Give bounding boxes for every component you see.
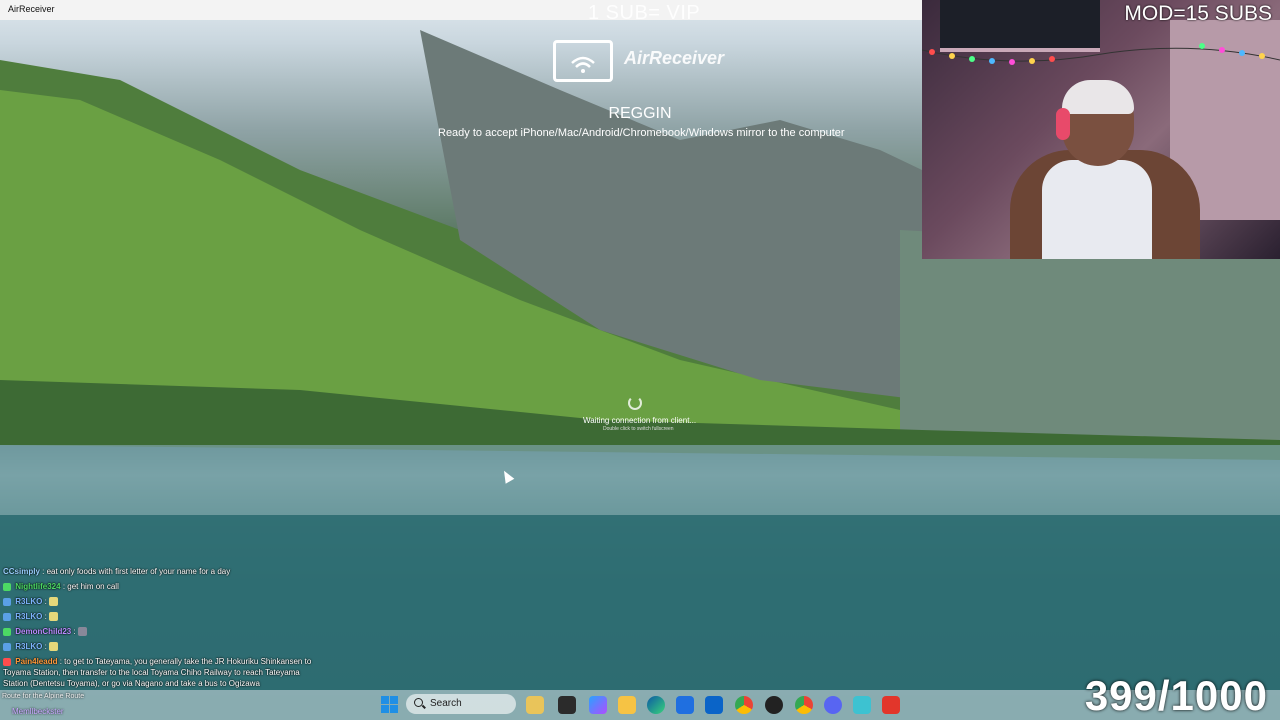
loading-spinner-icon: [628, 396, 642, 410]
search-placeholder: Search: [430, 698, 462, 709]
chrome-icon[interactable]: [735, 696, 753, 714]
subscriber-badge-icon: [3, 642, 11, 651]
emote-icon: [49, 612, 59, 622]
chat-username: Pain4leadd: [15, 657, 58, 666]
edge-icon[interactable]: [647, 696, 665, 714]
emote-icon: [77, 627, 87, 637]
chat-footer-user: Memllbeckster: [12, 707, 64, 716]
airreceiver-brand: AirReceiver: [624, 48, 725, 68]
file-explorer-icon[interactable]: [618, 696, 636, 714]
mod-overlay-text: MOD=15 SUBS: [1124, 2, 1272, 25]
chat-message: Nightlife324 : get him on call: [3, 581, 323, 596]
headset-icon: [1056, 108, 1070, 140]
chat-message: DemonChild23 :: [3, 626, 323, 641]
widgets-icon[interactable]: [526, 696, 544, 714]
chat-username: Nightlife324: [15, 582, 61, 591]
task-view-icon[interactable]: [558, 696, 576, 714]
webcam-overlay: [922, 0, 1280, 259]
copilot-icon[interactable]: [589, 696, 607, 714]
streamer-cap: [1062, 80, 1134, 114]
emote-icon: [49, 642, 59, 652]
vip-overlay-text: 1 SUB= VIP: [588, 2, 701, 24]
chat-username: CCsimply: [3, 567, 40, 576]
waiting-status: Waiting connection from client...: [583, 416, 697, 425]
chat-text: :: [44, 612, 47, 621]
chat-message: CCsimply : eat only foods with first let…: [3, 566, 323, 581]
airreceiver-logo-icon: [553, 40, 613, 82]
emote-icon: [49, 597, 59, 607]
subscriber-badge-icon: [3, 657, 11, 666]
string-lights: [922, 43, 1280, 65]
chat-username: R3LKO: [15, 642, 43, 651]
search-icon: [414, 698, 423, 707]
fullscreen-hint: Double click to switch fullscreen: [603, 426, 674, 432]
subscriber-badge-icon: [3, 627, 11, 636]
ready-status: Ready to accept iPhone/Mac/Android/Chrom…: [438, 127, 845, 139]
chat-text: : get him on call: [62, 582, 119, 591]
taskbar-search[interactable]: Search: [406, 694, 516, 714]
subscriber-badge-icon: [3, 582, 11, 591]
chat-message: R3LKO :: [3, 641, 323, 656]
discord-icon[interactable]: [824, 696, 842, 714]
subscriber-badge-icon: [3, 597, 11, 606]
chat-message: R3LKO :: [3, 596, 323, 611]
chat-footer-line: Route for the Alpine Route: [2, 693, 85, 700]
chrome-icon-2[interactable]: [765, 696, 783, 714]
chat-message: Pain4leadd : to get to Tateyama, you gen…: [3, 656, 323, 689]
subscriber-badge-icon: [3, 612, 11, 621]
chat-username: DemonChild23: [15, 627, 72, 636]
chat-text: :: [73, 627, 76, 636]
chat-overlay: CCsimply : eat only foods with first let…: [3, 566, 323, 689]
outlook-icon[interactable]: [705, 696, 723, 714]
chat-text: : eat only foods with first letter of yo…: [42, 567, 231, 576]
window-titlebar: AirReceiver: [0, 0, 922, 20]
streamer-shirt: [1042, 160, 1152, 259]
chat-username: R3LKO: [15, 597, 43, 606]
chat-text: :: [44, 642, 47, 651]
chat-text: :: [44, 597, 47, 606]
windows-start-icon[interactable]: [381, 696, 398, 713]
notepad-icon[interactable]: [853, 696, 871, 714]
sub-goal-counter: 399/1000: [1084, 672, 1268, 719]
recorder-icon[interactable]: [882, 696, 900, 714]
window-title: AirReceiver: [8, 4, 55, 14]
chrome-icon-3[interactable]: [795, 696, 813, 714]
store-icon[interactable]: [676, 696, 694, 714]
chat-username: R3LKO: [15, 612, 43, 621]
chat-message: R3LKO :: [3, 611, 323, 626]
